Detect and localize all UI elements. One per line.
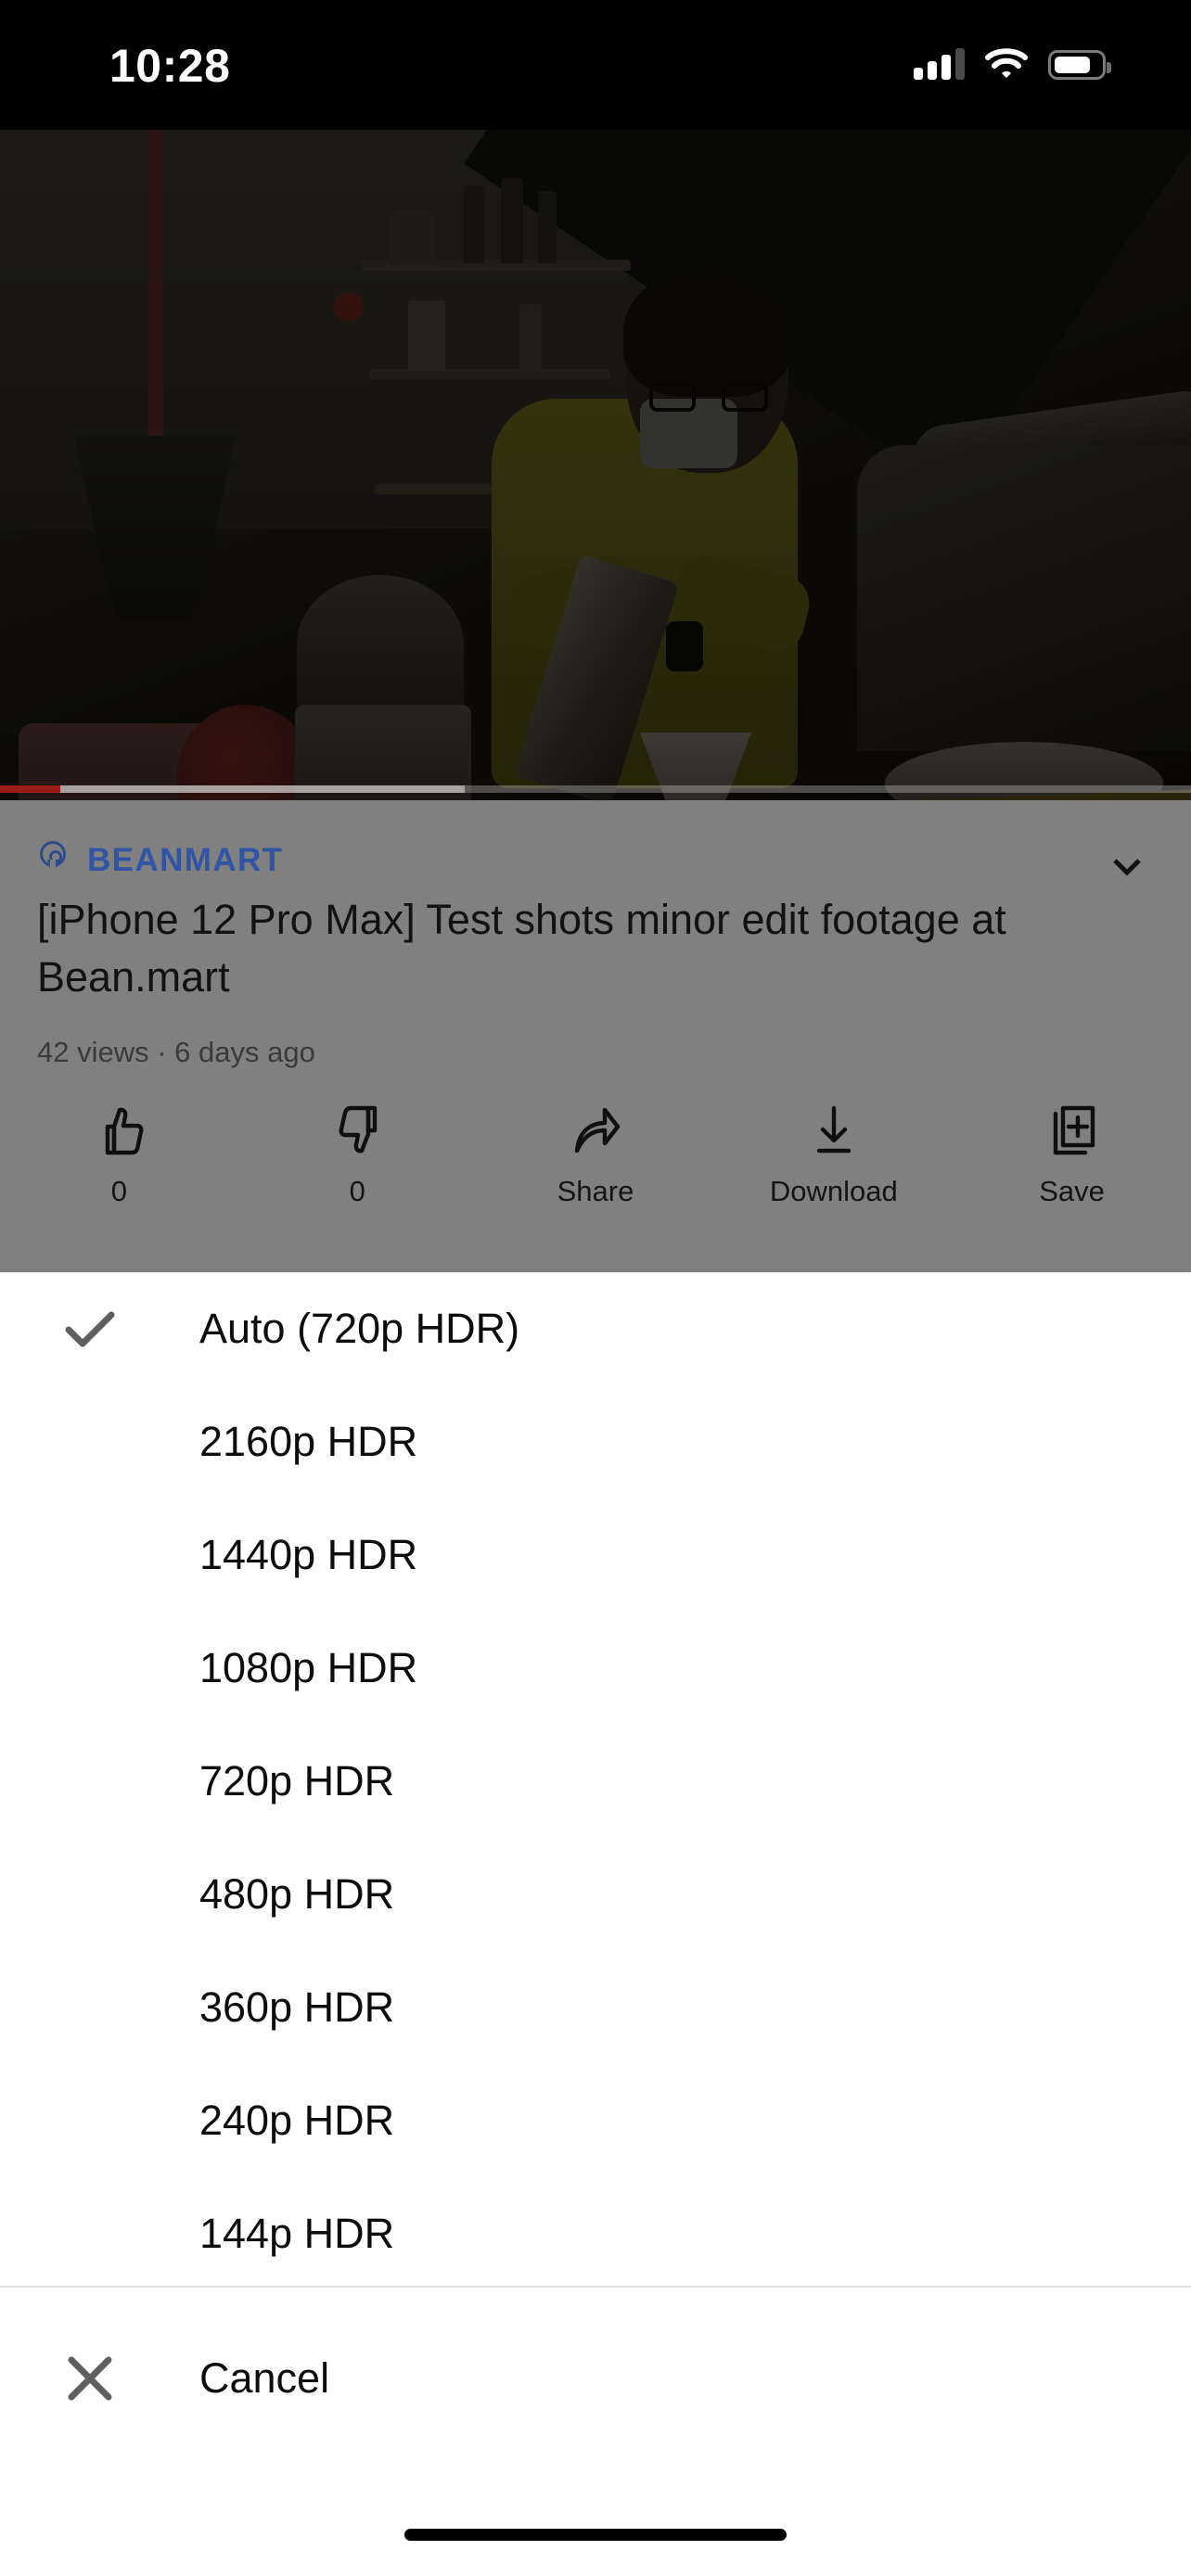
share-label: Share bbox=[557, 1175, 634, 1207]
quality-option-label: 144p HDR bbox=[199, 2210, 395, 2257]
quality-option-720p[interactable]: 720p HDR bbox=[0, 1725, 1191, 1838]
progress-played bbox=[0, 785, 61, 793]
dislike-button[interactable]: 0 bbox=[238, 1101, 477, 1208]
video-metadata-panel: BEANMART [iPhone 12 Pro Max] Test shots … bbox=[0, 800, 1191, 1272]
like-count: 0 bbox=[110, 1175, 128, 1207]
quality-option-label: 240p HDR bbox=[199, 2097, 395, 2144]
video-dim-overlay bbox=[0, 130, 1191, 800]
share-icon bbox=[566, 1101, 625, 1160]
chevron-down-icon[interactable] bbox=[1108, 847, 1146, 886]
video-title: [iPhone 12 Pro Max] Test shots minor edi… bbox=[37, 896, 1006, 1001]
quality-option-240p[interactable]: 240p HDR bbox=[0, 2064, 1191, 2177]
share-button[interactable]: Share bbox=[477, 1101, 715, 1208]
quality-option-auto[interactable]: Auto (720p HDR) bbox=[0, 1272, 1191, 1385]
action-bar: 0 0 Share Download Save bbox=[0, 1101, 1191, 1208]
home-indicator[interactable] bbox=[404, 2529, 787, 2541]
video-stats: 42 views · 6 days ago bbox=[37, 1036, 315, 1068]
quality-option-480p[interactable]: 480p HDR bbox=[0, 1838, 1191, 1951]
battery-icon bbox=[1048, 50, 1111, 80]
status-bar-clock: 10:28 bbox=[109, 40, 231, 92]
like-button[interactable]: 0 bbox=[0, 1101, 238, 1208]
cancel-button[interactable]: Cancel bbox=[0, 2288, 1191, 2469]
quality-option-1080p[interactable]: 1080p HDR bbox=[0, 1612, 1191, 1725]
quality-option-360p[interactable]: 360p HDR bbox=[0, 1951, 1191, 2064]
thumbs-down-icon bbox=[327, 1101, 387, 1160]
save-to-playlist-icon bbox=[1043, 1101, 1102, 1160]
channel-name[interactable]: BEANMART bbox=[87, 842, 283, 879]
quality-option-2160p[interactable]: 2160p HDR bbox=[0, 1385, 1191, 1498]
quality-option-label: 2160p HDR bbox=[199, 1418, 418, 1465]
quality-option-label: Auto (720p HDR) bbox=[199, 1305, 520, 1352]
save-button[interactable]: Save bbox=[953, 1101, 1191, 1208]
quality-option-label: 1080p HDR bbox=[199, 1644, 418, 1691]
quality-option-list: Auto (720p HDR) 2160p HDR 1440p HDR 1080… bbox=[0, 1272, 1191, 2290]
quality-option-1440p[interactable]: 1440p HDR bbox=[0, 1498, 1191, 1612]
cancel-label: Cancel bbox=[199, 2354, 330, 2402]
wifi-icon bbox=[985, 46, 1028, 80]
status-bar-icons bbox=[914, 46, 1111, 80]
video-player[interactable] bbox=[0, 130, 1191, 800]
save-label: Save bbox=[1039, 1175, 1105, 1207]
cellular-signal-icon bbox=[914, 46, 965, 80]
quality-selection-sheet: Auto (720p HDR) 2160p HDR 1440p HDR 1080… bbox=[0, 1272, 1191, 2576]
channel-row[interactable]: BEANMART bbox=[37, 841, 283, 880]
quality-option-144p[interactable]: 144p HDR bbox=[0, 2177, 1191, 2290]
dislike-count: 0 bbox=[349, 1175, 365, 1207]
phone-screen: 10:28 BEANMART [iPhone 12 Pro Max] Test … bbox=[0, 0, 1191, 2576]
quality-option-label: 480p HDR bbox=[199, 1870, 395, 1918]
download-button[interactable]: Download bbox=[714, 1101, 953, 1208]
video-progress-bar[interactable] bbox=[0, 785, 1191, 793]
thumbs-up-icon bbox=[89, 1101, 148, 1160]
close-x-icon bbox=[58, 2346, 122, 2411]
checkmark-icon bbox=[58, 1296, 122, 1361]
location-pin-icon bbox=[37, 841, 69, 880]
quality-option-label: 360p HDR bbox=[199, 1983, 395, 2031]
quality-option-label: 1440p HDR bbox=[199, 1531, 418, 1578]
progress-buffered bbox=[0, 785, 465, 793]
quality-option-label: 720p HDR bbox=[199, 1757, 395, 1804]
download-icon bbox=[804, 1101, 864, 1160]
download-label: Download bbox=[769, 1175, 898, 1207]
status-bar: 10:28 bbox=[0, 0, 1191, 130]
